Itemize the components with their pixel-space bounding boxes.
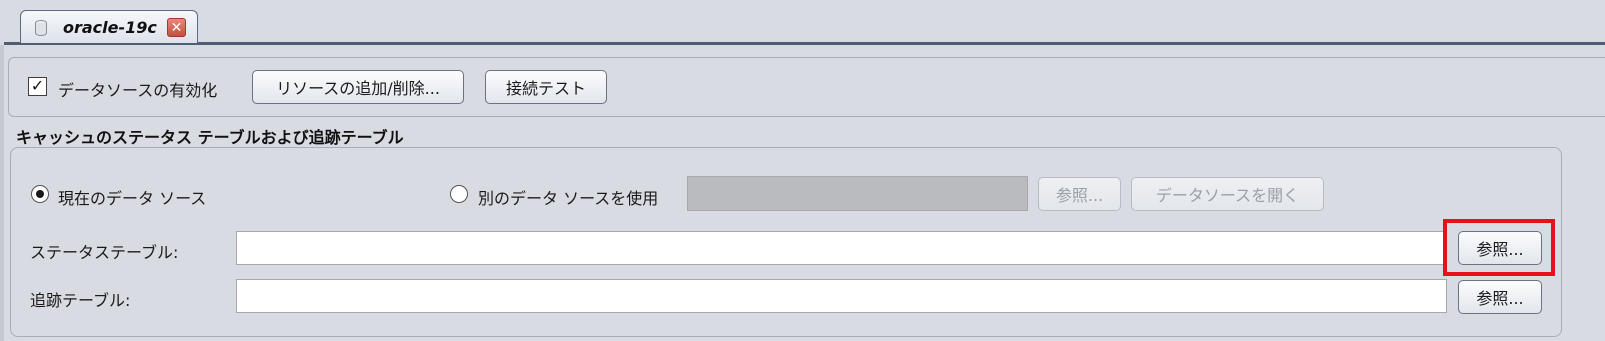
tab-title: oracle-19c bbox=[63, 18, 157, 37]
tab-strip bbox=[0, 0, 1605, 46]
current-datasource-label: 現在のデータ ソース bbox=[58, 189, 207, 208]
radio-selected-dot bbox=[36, 190, 44, 198]
tracking-table-label: 追跡テーブル: bbox=[30, 291, 131, 310]
tab-oracle-19c[interactable]: oracle-19c ✕ bbox=[20, 10, 198, 43]
status-table-label: ステータステーブル: bbox=[30, 243, 179, 262]
add-remove-resource-button[interactable]: リソースの追加/削除... bbox=[252, 70, 464, 104]
highlight-box bbox=[1443, 219, 1555, 276]
test-connection-button[interactable]: 接続テスト bbox=[485, 70, 607, 104]
status-table-input[interactable] bbox=[236, 231, 1447, 265]
other-datasource-field bbox=[687, 176, 1028, 211]
other-datasource-radio[interactable] bbox=[450, 185, 468, 203]
tab-strip-border bbox=[4, 42, 1605, 45]
tracking-table-browse-button[interactable]: 参照... bbox=[1458, 280, 1542, 314]
current-datasource-radio[interactable] bbox=[31, 185, 49, 203]
tracking-table-input[interactable] bbox=[236, 279, 1447, 313]
datasource-toolbar bbox=[8, 57, 1605, 117]
other-datasource-label: 別のデータ ソースを使用 bbox=[478, 189, 659, 208]
left-edge bbox=[0, 45, 4, 341]
close-icon[interactable]: ✕ bbox=[167, 18, 186, 37]
database-icon bbox=[35, 20, 47, 36]
enable-datasource-checkbox[interactable]: ✓ bbox=[28, 77, 47, 96]
enable-datasource-label: データソースの有効化 bbox=[58, 81, 218, 100]
other-datasource-browse-button: 参照... bbox=[1038, 177, 1121, 211]
section-title: キャッシュのステータス テーブルおよび追跡テーブル bbox=[16, 128, 404, 147]
open-datasource-button: データソースを開く bbox=[1131, 177, 1324, 211]
